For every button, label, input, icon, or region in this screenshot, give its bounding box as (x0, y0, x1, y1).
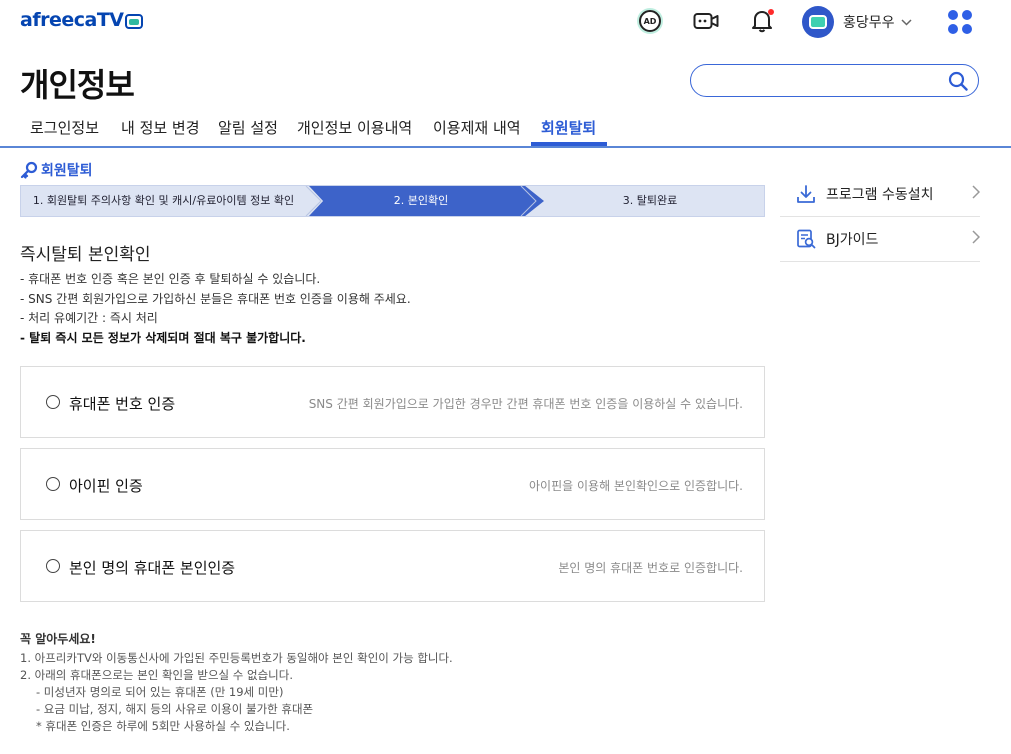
option-label: 아이핀 인증 (69, 477, 143, 495)
note-sub-line: - 요금 미납, 정지, 해지 등의 사유로 이용이 불가한 휴대폰 (36, 702, 314, 716)
notification-bell-icon[interactable] (749, 8, 775, 34)
afreecatv-logo[interactable]: afreecaTV (20, 9, 144, 31)
tab-bar: 로그인정보 내 정보 변경 알림 설정 개인정보 이용내역 이용제재 내역 회원… (0, 111, 1011, 148)
avatar (802, 6, 834, 38)
step-1: 1. 회원탈퇴 주의사항 확인 및 캐시/유료아이템 정보 확인 (32, 194, 295, 207)
sidebar-item-label: 프로그램 수동설치 (826, 187, 934, 203)
guide-search-icon (797, 229, 816, 249)
note-sub-line: * 휴대폰 인증은 하루에 5회만 사용하실 수 있습니다. (36, 719, 290, 733)
section-title: 회원탈퇴 (41, 163, 93, 179)
sidebar-item-label: BJ가이드 (826, 232, 879, 248)
radio-phone-verification[interactable] (46, 395, 60, 409)
option-description: 본인 명의 휴대폰 번호로 인증합니다. (558, 561, 743, 575)
sidebar-item-bj-guide[interactable]: BJ가이드 (780, 217, 981, 262)
search-box (690, 64, 979, 97)
radio-ipin-verification[interactable] (46, 477, 60, 491)
progress-steps: 1. 회원탈퇴 주의사항 확인 및 캐시/유료아이템 정보 확인 2. 본인확인… (20, 185, 765, 217)
option-label: 휴대폰 번호 인증 (69, 395, 176, 413)
note-line: 2. 아래의 휴대폰으로는 본인 확인을 받으실 수 없습니다. (20, 668, 293, 682)
top-bar: afreecaTV AD 홍당무우 (0, 0, 1011, 44)
instruction-warning: - 탈퇴 즉시 모든 정보가 삭제되며 절대 복구 불가합니다. (20, 331, 306, 346)
broadcast-camera-icon[interactable] (693, 8, 719, 34)
instructions-title: 즉시탈퇴 본인확인 (20, 245, 151, 265)
instruction-line: - 휴대폰 번호 인증 혹은 본인 인증 후 탈퇴하실 수 있습니다. (20, 272, 321, 286)
sidebar: 프로그램 수동설치 BJ가이드 (780, 172, 981, 262)
instruction-line: - 처리 유예기간 : 즉시 처리 (20, 311, 158, 326)
tab-notification-settings[interactable]: 알림 설정 (218, 117, 278, 147)
instruction-line: - SNS 간편 회원가입으로 가입하신 분들은 휴대폰 번호 인증을 이용해 … (20, 291, 411, 306)
chevron-right-icon (972, 230, 981, 248)
chevron-right-icon (972, 185, 981, 203)
search-icon[interactable] (948, 71, 968, 91)
ad-badge: AD (639, 10, 661, 32)
app-grid-icon[interactable] (948, 10, 972, 34)
option-label: 본인 명의 휴대폰 본인인증 (69, 559, 236, 577)
instructions-list: - 휴대폰 번호 인증 혹은 본인 인증 후 탈퇴하실 수 있습니다. - SN… (20, 270, 411, 349)
page-title: 개인정보 (20, 66, 135, 104)
notes-list: 1. 아프리카TV와 이동통신사에 가입된 주민등록번호가 동일해야 본인 확인… (20, 650, 453, 735)
option-own-phone-verification[interactable]: 본인 명의 휴대폰 본인인증 본인 명의 휴대폰 번호로 인증합니다. (20, 530, 765, 602)
note-sub-line: - 미성년자 명의로 되어 있는 휴대폰 (만 19세 미만) (36, 685, 284, 699)
tab-sanctions[interactable]: 이용제재 내역 (433, 117, 521, 147)
note-line: 1. 아프리카TV와 이동통신사에 가입된 주민등록번호가 동일해야 본인 확인… (20, 651, 453, 665)
notification-dot (768, 9, 774, 15)
step-2-active: 2. 본인확인 (393, 194, 449, 207)
logo-tv-icon (125, 13, 144, 29)
search-input[interactable] (705, 71, 935, 91)
option-description: 아이핀을 이용해 본인확인으로 인증합니다. (529, 479, 743, 493)
ad-icon[interactable]: AD (637, 8, 663, 34)
download-icon (797, 185, 815, 203)
step-3: 3. 탈퇴완료 (622, 194, 678, 207)
radio-own-phone-verification[interactable] (46, 559, 60, 573)
notes-title: 꼭 알아두세요! (20, 632, 96, 646)
tab-privacy-history[interactable]: 개인정보 이용내역 (297, 117, 412, 147)
active-tab-indicator (531, 142, 607, 146)
user-name: 홍당무우 (843, 15, 895, 31)
option-description: SNS 간편 회원가입으로 가입한 경우만 간편 휴대폰 번호 인증을 이용하실… (308, 397, 743, 411)
sidebar-item-program-install[interactable]: 프로그램 수동설치 (780, 172, 981, 217)
option-phone-verification[interactable]: 휴대폰 번호 인증 SNS 간편 회원가입으로 가입한 경우만 간편 휴대폰 번… (20, 366, 765, 438)
tab-edit-profile[interactable]: 내 정보 변경 (121, 117, 200, 147)
logo-text: afreecaTV (20, 9, 124, 31)
user-menu[interactable]: 홍당무우 (802, 5, 912, 39)
section-header: 회원탈퇴 (20, 160, 93, 180)
key-icon (20, 161, 38, 179)
tab-login-info[interactable]: 로그인정보 (30, 117, 99, 147)
option-ipin-verification[interactable]: 아이핀 인증 아이핀을 이용해 본인확인으로 인증합니다. (20, 448, 765, 520)
chevron-down-icon (901, 16, 912, 29)
